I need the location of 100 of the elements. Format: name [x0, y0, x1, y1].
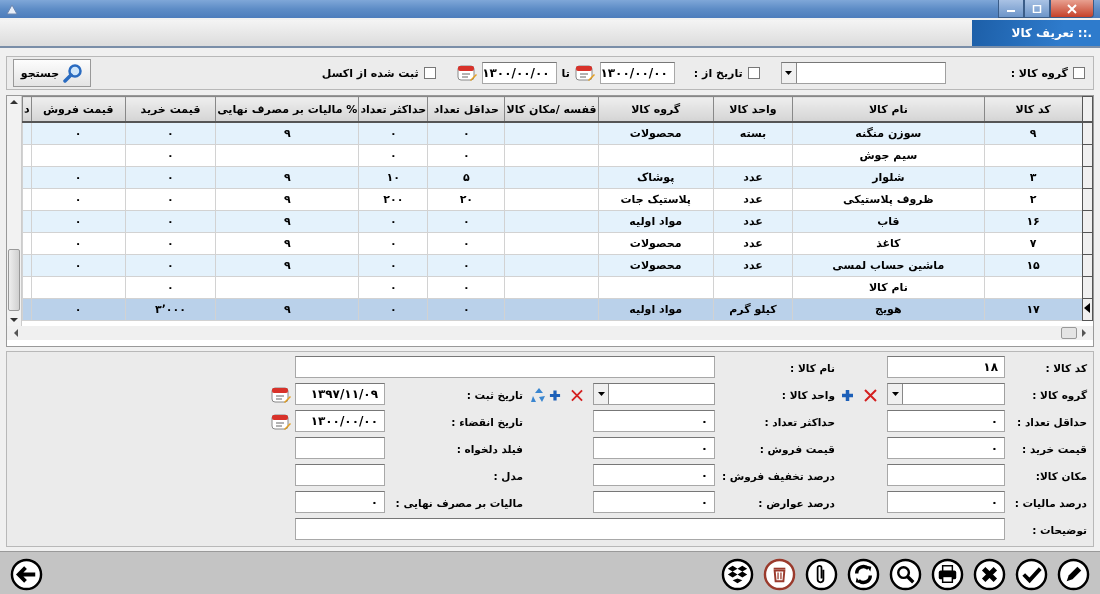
column-header[interactable]: کد کالا [984, 96, 1083, 122]
close-button[interactable] [1050, 0, 1094, 18]
table-cell: عدد [743, 215, 763, 228]
column-header[interactable]: قفسه /مکان کالا [504, 96, 599, 122]
arrow-right-icon[interactable] [1081, 329, 1087, 337]
table-cell: ۰ [167, 259, 174, 272]
calendar-icon[interactable] [271, 386, 291, 404]
table-cell: ۰ [167, 171, 174, 184]
field-label: حداقل تعداد : [1016, 415, 1088, 430]
column-header[interactable]: حداکثر تعداد [358, 96, 428, 122]
table-cell: ۳٬۰۰۰ [154, 303, 186, 316]
table-cell: ۰ [463, 127, 470, 140]
box-icon[interactable] [721, 557, 754, 591]
table-cell: ۱۷ [1026, 303, 1040, 316]
date-field[interactable]: ۱۳۹۷/۱۱/۰۹ [295, 383, 385, 405]
date-field[interactable]: ۱۳۰۰/۰۰/۰۰ [599, 62, 675, 84]
table-cell: ۰ [463, 281, 470, 294]
table-cell: ۵ [463, 171, 470, 184]
search-icon[interactable] [889, 557, 922, 591]
maximize-button[interactable] [1024, 0, 1050, 18]
input-field[interactable] [295, 518, 1005, 540]
table-cell: محصولات [629, 237, 682, 250]
input-field[interactable]: ۰ [887, 491, 1005, 513]
field-label: کد کالا : [1044, 361, 1088, 376]
field-label: مکان کالا: [1034, 469, 1088, 484]
table-cell: کاغذ [876, 237, 901, 250]
dropdown-field[interactable] [593, 383, 715, 405]
row-pointer-icon [1084, 303, 1091, 313]
filter-label: تاریخ از : [693, 66, 743, 80]
search-button[interactable]: جستجو [13, 59, 91, 87]
input-field[interactable]: ۱۸ [887, 356, 1005, 378]
refresh-icon[interactable] [847, 557, 880, 591]
input-field[interactable]: ۰ [593, 410, 715, 432]
input-field[interactable]: ۰ [593, 437, 715, 459]
input-field[interactable] [295, 437, 385, 459]
arrow-up-icon[interactable] [10, 99, 18, 105]
table-cell: ۰ [74, 215, 82, 228]
calendar-icon[interactable] [574, 64, 595, 82]
column-header[interactable]: نام کالا [792, 96, 985, 122]
app-icon [6, 4, 18, 16]
vertical-scrollbar[interactable] [7, 96, 22, 326]
input-field[interactable]: ۰ [593, 491, 715, 513]
table-cell: ۰ [167, 149, 174, 162]
recycle-icon[interactable] [530, 386, 548, 404]
input-field[interactable]: ۰ [593, 464, 715, 486]
input-field[interactable] [295, 464, 385, 486]
calendar-icon[interactable] [271, 413, 291, 431]
delete-icon[interactable] [571, 388, 583, 402]
table-cell: عدد [743, 259, 763, 272]
field-label: واحد کالا : [780, 388, 836, 404]
printer-icon[interactable] [931, 557, 964, 591]
field-label: گروه کالا : [1031, 388, 1088, 404]
minimize-button[interactable] [998, 0, 1024, 18]
form-title: .:: تعریف کالا [972, 20, 1100, 46]
calendar-icon[interactable] [456, 64, 477, 82]
to-label: تا [561, 66, 570, 80]
delete-icon[interactable] [864, 388, 877, 402]
checkbox[interactable] [1073, 67, 1085, 79]
add-icon[interactable] [549, 388, 561, 402]
arrow-left-icon[interactable] [13, 329, 19, 337]
table-cell: ۰ [389, 237, 397, 250]
input-field[interactable] [887, 464, 1005, 486]
date-field[interactable]: ۱۳۰۰/۰۰/۰۰ [295, 410, 385, 432]
arrow-down-icon[interactable] [10, 317, 18, 323]
table-cell: ۰ [389, 259, 397, 272]
field-label: تاریخ ثبت : [465, 388, 524, 404]
scroll-thumb[interactable] [8, 249, 20, 311]
group-dropdown[interactable] [780, 62, 946, 84]
dropdown-field[interactable] [887, 383, 1005, 405]
scroll-thumb[interactable] [1061, 327, 1077, 339]
checkbox[interactable] [747, 67, 760, 79]
input-field[interactable]: ۰ [887, 437, 1005, 459]
input-field[interactable]: ۰ [295, 491, 385, 513]
table-cell: ۰ [389, 215, 397, 228]
table-cell: نام کالا [868, 281, 908, 294]
column-header[interactable]: قیمت خرید [125, 96, 216, 122]
table-cell: ۰ [389, 281, 397, 294]
table-cell: ۹ [283, 171, 291, 184]
trash-icon[interactable] [763, 557, 796, 591]
column-header[interactable]: گروه کالا [598, 96, 714, 122]
column-header[interactable]: حداقل تعداد [427, 96, 505, 122]
check-icon[interactable] [1015, 557, 1048, 591]
horizontal-scrollbar[interactable] [7, 326, 1093, 340]
table-cell: ۰ [167, 281, 174, 294]
add-icon[interactable] [841, 388, 854, 402]
column-header[interactable]: قیمت فروش [31, 96, 126, 122]
input-field[interactable]: ۰ [887, 410, 1005, 432]
checkbox[interactable] [423, 67, 436, 79]
pencil-icon[interactable] [1057, 557, 1090, 591]
table-cell: کیلو گرم [729, 303, 777, 316]
close-icon[interactable] [973, 557, 1006, 591]
table-cell: ۰ [167, 215, 174, 228]
paperclip-icon[interactable] [805, 557, 838, 591]
column-header[interactable]: د [22, 96, 32, 122]
column-header[interactable]: واحد کالا [713, 96, 793, 122]
field-label: تاریخ انقضاء : [450, 415, 524, 431]
date-field[interactable]: ۱۳۰۰/۰۰/۰۰ [481, 62, 557, 84]
input-field[interactable] [295, 356, 715, 378]
table-cell: مواد اولیه [629, 215, 683, 228]
column-header[interactable]: % مالیات بر مصرف نهایی [215, 96, 359, 122]
